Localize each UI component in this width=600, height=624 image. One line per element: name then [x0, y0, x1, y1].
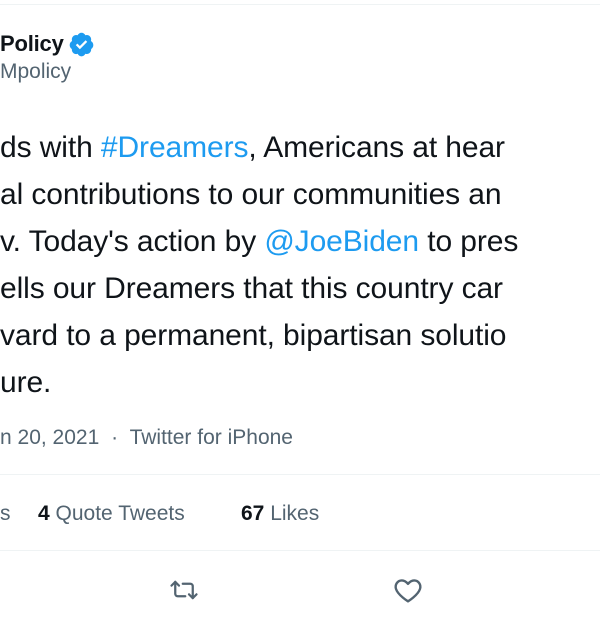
likes-label: Likes — [270, 502, 320, 525]
tweet-line: ds with #Dreamers, Americans at hear — [0, 124, 600, 171]
tweet-text-segment: ure. — [0, 366, 52, 399]
quote-label: Quote Tweets — [55, 502, 185, 525]
tweet-text-segment: v. Today's action by — [0, 225, 265, 258]
tweet-line: vard to a permanent, bipartisan solutio — [0, 312, 600, 359]
retweet-icon — [170, 580, 198, 600]
tweet-text: ds with #Dreamers, Americans at hear al … — [0, 124, 600, 406]
tweet-text-segment: , Americans at hear — [248, 131, 505, 164]
tweet-text-segment: to pres — [418, 225, 519, 258]
top-divider — [0, 4, 600, 5]
retweets-stat[interactable]: s — [0, 500, 11, 528]
tweet-line: ure. — [0, 359, 600, 406]
quote-tweets-stat[interactable]: 4 Quote Tweets — [38, 500, 185, 528]
meta-separator: · — [111, 426, 119, 449]
tweet-text-segment: vard to a permanent, bipartisan solutio — [0, 319, 507, 352]
tweet-date[interactable]: n 20, 2021 — [0, 426, 99, 449]
hashtag-link[interactable]: #Dreamers — [101, 131, 249, 164]
tweet-text-segment: ds with — [0, 131, 101, 164]
tweet-line: ells our Dreamers that this country car — [0, 265, 600, 312]
tweet-meta: n 20, 2021 · Twitter for iPhone — [0, 424, 293, 452]
quote-count: 4 — [38, 502, 50, 525]
tweet-source[interactable]: Twitter for iPhone — [130, 426, 293, 449]
likes-count: 67 — [241, 502, 265, 525]
stats-divider — [0, 550, 600, 551]
author-name-text[interactable]: Policy — [0, 30, 64, 58]
tweet-text-segment: al contributions to our communities an — [0, 178, 502, 211]
likes-stat[interactable]: 67 Likes — [241, 500, 319, 528]
tweet-header: Policy Mpolicy — [0, 30, 95, 86]
tweet-line: al contributions to our communities an — [0, 171, 600, 218]
author-handle[interactable]: Mpolicy — [0, 58, 95, 86]
tweet-line: v. Today's action by @JoeBiden to pres — [0, 218, 600, 265]
like-button[interactable] — [388, 570, 428, 610]
mention-link[interactable]: @JoeBiden — [264, 225, 419, 258]
tweet-text-segment: ells our Dreamers that this country car — [0, 272, 503, 305]
author-name[interactable]: Policy — [0, 30, 95, 58]
verified-badge-icon — [69, 32, 93, 56]
meta-divider — [0, 474, 600, 475]
heart-icon — [394, 579, 422, 603]
tweet-actions — [0, 570, 600, 610]
retweet-button[interactable] — [164, 570, 204, 610]
